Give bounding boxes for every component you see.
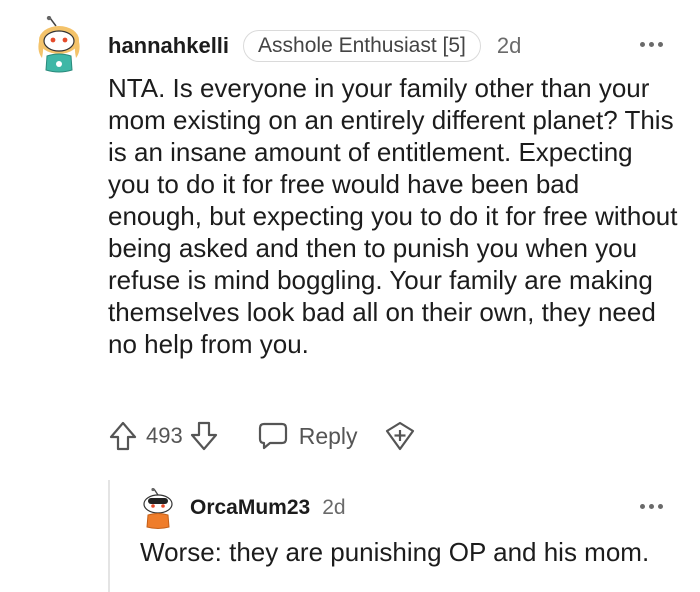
comment-actions: 493 Reply (108, 418, 416, 454)
more-options-icon (640, 42, 663, 47)
downvote-button[interactable] (189, 420, 219, 452)
reply-label: Reply (298, 422, 358, 449)
vote-count: 493 (146, 423, 183, 448)
award-button[interactable] (384, 420, 416, 452)
reply-body: Worse: they are punishing OP and his mom… (140, 537, 650, 567)
upvote-arrow-icon (109, 421, 137, 451)
upvote-button[interactable] (108, 420, 138, 452)
reply-button[interactable]: Reply (257, 421, 358, 451)
timestamp: 2d (496, 33, 522, 58)
speech-bubble-icon (258, 422, 287, 450)
more-options-icon (640, 504, 663, 509)
snoo-avatar-icon (143, 487, 173, 529)
user-flair: Asshole Enthusiast [5] (243, 30, 481, 62)
more-options-button[interactable] (640, 42, 663, 47)
comment-thread: hannahkelli Asshole Enthusiast [5] 2d NT… (0, 0, 700, 592)
reply-meta: OrcaMum23 2d (190, 494, 346, 522)
avatar[interactable] (140, 487, 176, 530)
downvote-arrow-icon (190, 421, 217, 451)
timestamp: 2d (322, 496, 346, 519)
more-options-button[interactable] (640, 504, 663, 509)
username[interactable]: OrcaMum23 (190, 496, 310, 520)
award-plus-icon (385, 421, 414, 451)
avatar[interactable] (34, 15, 84, 76)
comment-body: NTA. Is everyone in your family other th… (108, 73, 678, 359)
snoo-avatar-icon (38, 15, 80, 73)
username[interactable]: hannahkelli (108, 33, 229, 59)
thread-line[interactable] (108, 480, 110, 592)
comment-meta: hannahkelli Asshole Enthusiast [5] 2d (108, 30, 521, 62)
